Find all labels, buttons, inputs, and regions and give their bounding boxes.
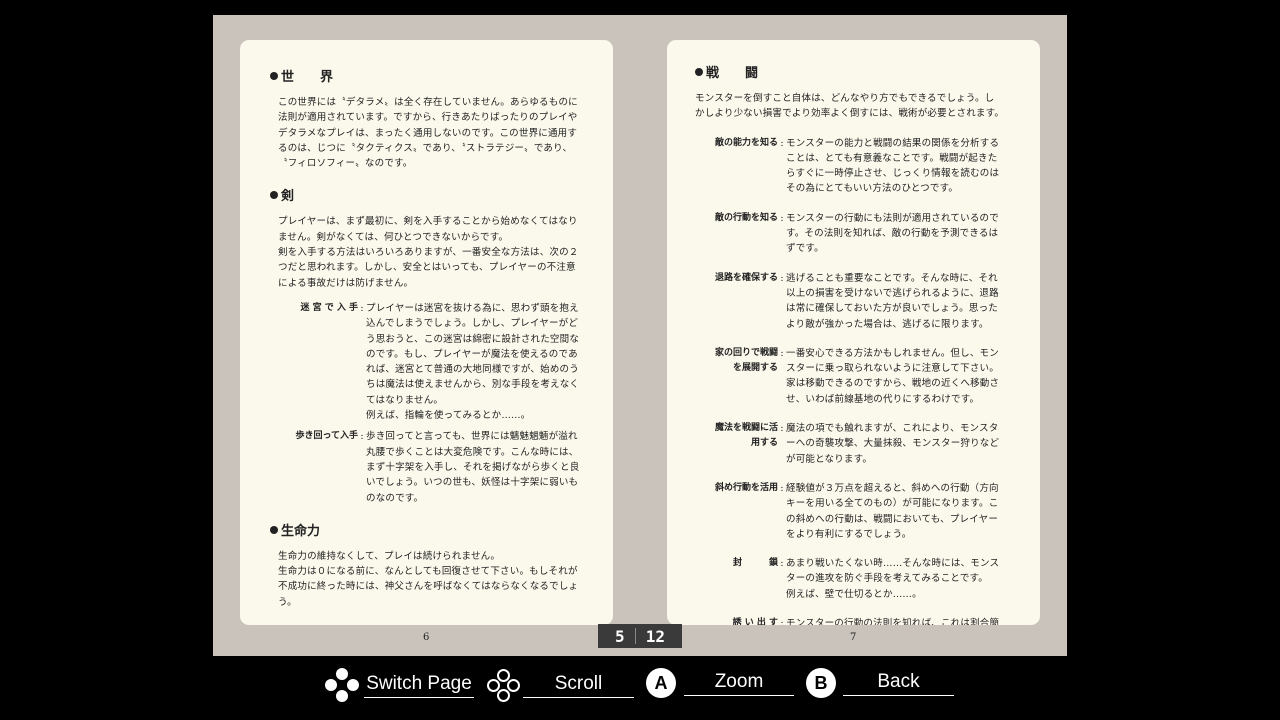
- zoom-hint[interactable]: A Zoom: [646, 668, 794, 698]
- definition-term: 魔法を戦闘に活 用する: [714, 423, 778, 449]
- definition-item: 敵の能力を知る: モンスターの能力と戦闘の結果の関係を分析する ことは、とても有意…: [695, 136, 1020, 197]
- definition-desc: あまり戦いたくない時……そんな時には、モンス ターの進攻を防ぐ手段を考えてみるこ…: [786, 558, 1000, 600]
- total-pages: 12: [645, 626, 665, 646]
- section-paragraph-world: この世界には〝デタラメ〟は全く存在していません。あらゆるものに 法則が適用されて…: [278, 97, 578, 170]
- definition-term: 敵の行動を知る: [714, 212, 778, 223]
- scroll-label: Scroll: [523, 673, 634, 698]
- left-page-content: 世 界 この世界には〝デタラメ〟は全く存在していません。あらゆるものに 法則が適…: [270, 62, 591, 624]
- back-hint[interactable]: B Back: [806, 668, 954, 698]
- b-button-icon: B: [806, 668, 836, 698]
- switch-page-label: Switch Page: [364, 673, 474, 698]
- bullet-icon: [695, 68, 703, 76]
- current-page: 5: [615, 626, 625, 646]
- definition-item: 歩き回って入手 : 歩き回ってと言っても、世界には魑魅魍魎が溢れ 丸腰で歩くこと…: [270, 429, 591, 505]
- section-paragraph-sword: プレイヤーは、まず最初に、剣を入手することから始めなくてはなり ません。剣がなく…: [278, 216, 579, 289]
- definition-term: 家の回りで戦闘 を展開する: [714, 347, 778, 374]
- left-page-number: 6: [423, 632, 430, 643]
- definition-item: 敵の行動を知る: モンスターの行動にも法則が適用されているので す。その法則を知れ…: [695, 211, 1020, 257]
- definition-item: 封 鎖: あまり戦いたくない時……そんな時には、モンス ターの進攻を防ぐ手段を考え…: [695, 556, 1020, 602]
- section-title-world: 世 界: [270, 66, 591, 85]
- left-manual-page[interactable]: 世 界 この世界には〝デタラメ〟は全く存在していません。あらゆるものに 法則が適…: [240, 40, 613, 625]
- section-title-sword: 剣: [270, 185, 591, 204]
- definition-item: 迷 宮 で 入 手 : プレイヤーは迷宮を抜ける為に、思わず頭を抱え 込んでしま…: [270, 301, 591, 423]
- definition-desc: 逃げることも重要なことです。そんな時に、それ 以上の損害を受けないで逃げられるよ…: [786, 272, 999, 330]
- bullet-icon: [270, 191, 278, 200]
- section-title-life: 生命力: [270, 520, 591, 539]
- definition-item: 家の回りで戦闘 を展開する: 一番安心できる方法かもしれません。但し、モン スター…: [695, 346, 1020, 407]
- definition-desc: モンスターの行動にも法則が適用されているので す。その法則を知れば、敵の行動を予…: [786, 212, 999, 255]
- definition-desc: 魔法の項でも触れますが、これにより、モンスタ ーへの奇襲攻撃、大量抹殺、モンスタ…: [786, 423, 1000, 465]
- definition-item: 誘 い 出 す: モンスターの行動の法則を知れば、これは割合簡: [695, 616, 1020, 625]
- definition-term: 斜め行動を活用: [714, 482, 778, 493]
- switch-page-hint[interactable]: Switch Page: [325, 668, 474, 702]
- bullet-icon: [270, 525, 278, 534]
- control-hints-bar: Switch Page Scroll A Zoom B Back: [0, 668, 1280, 708]
- definition-term: 封 鎖: [732, 558, 778, 569]
- definition-term: 誘 い 出 す: [732, 618, 778, 625]
- definition-item: 退路を確保する: 逃げることも重要なことです。そんな時に、それ 以上の損害を受けな…: [695, 271, 1020, 332]
- zoom-label: Zoom: [684, 671, 794, 696]
- section-intro-battle: モンスターを倒すこと自体は、どんなやり方でもできるでしょう。し かしより少ない損…: [695, 93, 1005, 120]
- definition-desc: モンスターの能力と戦闘の結果の関係を分析する ことは、とても有意義なことです。戦…: [786, 137, 1000, 195]
- right-page-content: 戦 闘 モンスターを倒すこと自体は、どんなやり方でもできるでしょう。し かしより…: [695, 58, 1020, 625]
- definition-desc: プレイヤーは迷宮を抜ける為に、思わず頭を抱え 込んでしまうでしょう。しかし、プレ…: [366, 302, 580, 422]
- definition-term: 迷 宮 で 入 手: [300, 302, 358, 313]
- definition-term: 歩き回って入手: [295, 431, 358, 442]
- definition-item: 魔法を戦闘に活 用する: 魔法の項でも触れますが、これにより、モンスタ ーへの奇襲…: [695, 421, 1020, 467]
- definition-desc: モンスターの行動の法則を知れば、これは割合簡: [786, 618, 1000, 625]
- back-label: Back: [843, 671, 954, 696]
- right-manual-page[interactable]: 戦 闘 モンスターを倒すこと自体は、どんなやり方でもできるでしょう。し かしより…: [667, 40, 1040, 625]
- definition-desc: 一番安心できる方法かもしれません。但し、モン スターに乗っ取られないように注意し…: [786, 347, 1000, 405]
- a-button-icon: A: [646, 668, 676, 698]
- section-paragraph-life: 生命力の維持なくして、プレイは続けられません。 生命力は０になる前に、なんとして…: [278, 550, 579, 608]
- definition-term: 退路を確保する: [714, 272, 778, 283]
- definition-desc: 歩き回ってと言っても、世界には魑魅魍魎が溢れ 丸腰で歩くことは大変危険です。こん…: [366, 431, 580, 504]
- definition-item: 斜め行動を活用: 経験値が３万点を超えると、斜めへの行動（方向 キーを用いる全ての…: [695, 481, 1020, 542]
- bullet-icon: [270, 72, 278, 80]
- right-page-number: 7: [850, 632, 857, 643]
- dpad-filled-icon: [325, 668, 359, 702]
- page-counter: 5 12: [598, 624, 682, 648]
- scroll-hint[interactable]: Scroll: [486, 668, 634, 702]
- dpad-outline-icon: [486, 668, 520, 702]
- manual-viewer: 世 界 この世界には〝デタラメ〟は全く存在していません。あらゆるものに 法則が適…: [213, 15, 1067, 656]
- definition-desc: 経験値が３万点を超えると、斜めへの行動（方向 キーを用いる全てのもの）が可能にな…: [786, 482, 999, 540]
- section-title-battle: 戦 闘: [695, 62, 1020, 81]
- definition-term: 敵の能力を知る: [714, 137, 778, 148]
